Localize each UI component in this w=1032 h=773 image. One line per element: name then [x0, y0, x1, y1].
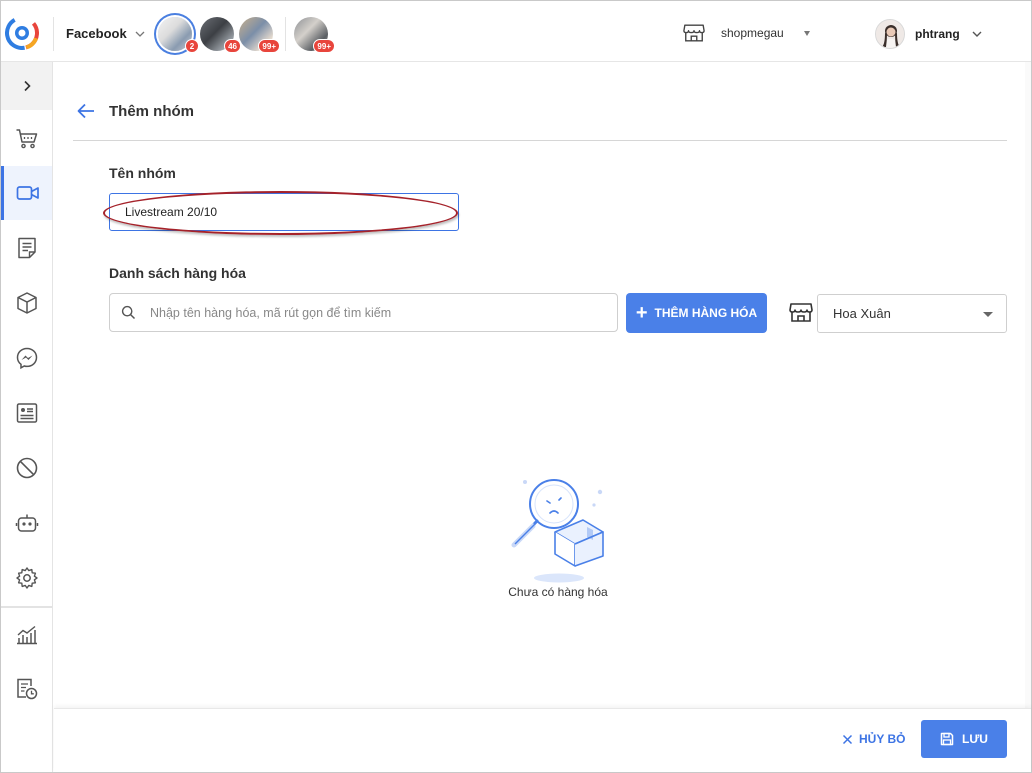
- sidebar-item-blocked[interactable]: [1, 441, 52, 495]
- sidebar-item-customers[interactable]: [1, 386, 52, 440]
- sidebar-item-chatbot[interactable]: [1, 496, 52, 550]
- page-avatar[interactable]: 2: [158, 17, 199, 53]
- page-avatar[interactable]: 46: [200, 17, 241, 53]
- notification-badge: 99+: [258, 39, 280, 53]
- top-divider: [285, 17, 286, 51]
- products-label: Danh sách hàng hóa: [109, 265, 246, 281]
- back-arrow-icon[interactable]: [76, 101, 96, 121]
- group-name-input[interactable]: [109, 193, 459, 231]
- notification-badge: 99+: [313, 39, 335, 53]
- report-history-icon: [16, 678, 37, 700]
- sidebar-item-orders[interactable]: [1, 112, 52, 166]
- robot-icon: [15, 514, 38, 532]
- plus-icon: +: [635, 302, 648, 324]
- caret-down-icon: [983, 312, 993, 317]
- top-bar: Facebook 2 46 99+ 99+ shopmegau phtrang: [1, 1, 1031, 62]
- sidebar: [1, 62, 53, 772]
- sidebar-item-posts[interactable]: [1, 221, 52, 275]
- save-icon: [940, 732, 954, 746]
- shop-selector[interactable]: shopmegau: [683, 23, 810, 43]
- search-input[interactable]: [150, 294, 610, 331]
- box-icon: [16, 292, 37, 314]
- top-divider: [53, 17, 54, 51]
- channel-selector[interactable]: Facebook: [66, 26, 145, 41]
- main-panel: [54, 62, 1025, 708]
- chevron-right-icon: [23, 80, 31, 92]
- gear-icon: [15, 567, 38, 589]
- channel-label: Facebook: [66, 26, 127, 41]
- user-menu[interactable]: phtrang: [875, 19, 982, 49]
- empty-search-illustration: [511, 479, 604, 583]
- sidebar-item-settings[interactable]: [1, 551, 52, 605]
- page-avatar[interactable]: 99+: [294, 17, 335, 53]
- sidebar-item-products[interactable]: [1, 276, 52, 330]
- store-selected-value: Hoa Xuân: [833, 306, 891, 321]
- page-title: Thêm nhóm: [109, 103, 194, 120]
- search-icon: [121, 305, 136, 320]
- store-icon: [789, 303, 813, 322]
- chevron-down-icon: [135, 31, 145, 37]
- profile-card-icon: [16, 403, 37, 423]
- notification-badge: 46: [224, 39, 241, 53]
- chevron-down-icon: [972, 31, 982, 37]
- messenger-icon: [16, 347, 37, 370]
- store-select[interactable]: Hoa Xuân: [817, 294, 1007, 333]
- title-divider: [73, 140, 1007, 141]
- notification-badge: 2: [185, 39, 199, 53]
- empty-state-text: Chưa có hàng hóa: [508, 585, 608, 599]
- cart-icon: [16, 129, 37, 149]
- caret-down-icon: [803, 30, 810, 36]
- product-search[interactable]: [109, 293, 618, 332]
- sidebar-item-reports[interactable]: [1, 662, 52, 716]
- chart-icon: [16, 625, 37, 645]
- save-label: LƯU: [962, 732, 988, 746]
- document-icon: [17, 237, 36, 259]
- video-icon: [16, 186, 39, 200]
- page-avatar[interactable]: 99+: [239, 17, 280, 53]
- group-name-label: Tên nhóm: [109, 165, 176, 181]
- scrollbar-track[interactable]: [1025, 62, 1031, 708]
- store-icon: [683, 24, 705, 42]
- block-icon: [16, 457, 37, 479]
- cancel-button[interactable]: HỦY BỎ: [842, 731, 905, 747]
- add-product-button[interactable]: + THÊM HÀNG HÓA: [626, 293, 767, 333]
- shop-name: shopmegau: [721, 26, 784, 40]
- close-icon: [842, 734, 853, 744]
- sidebar-expand-button[interactable]: [1, 62, 52, 110]
- sidebar-item-analytics[interactable]: [1, 608, 52, 662]
- avatar: [875, 19, 905, 49]
- app-logo[interactable]: [5, 16, 39, 50]
- user-name: phtrang: [915, 27, 960, 41]
- cancel-label: HỦY BỎ: [859, 732, 906, 746]
- save-button[interactable]: LƯU: [921, 720, 1007, 758]
- sidebar-item-livestream[interactable]: [1, 166, 52, 220]
- add-product-label: THÊM HÀNG HÓA: [654, 306, 758, 320]
- sidebar-item-messages[interactable]: [1, 331, 52, 385]
